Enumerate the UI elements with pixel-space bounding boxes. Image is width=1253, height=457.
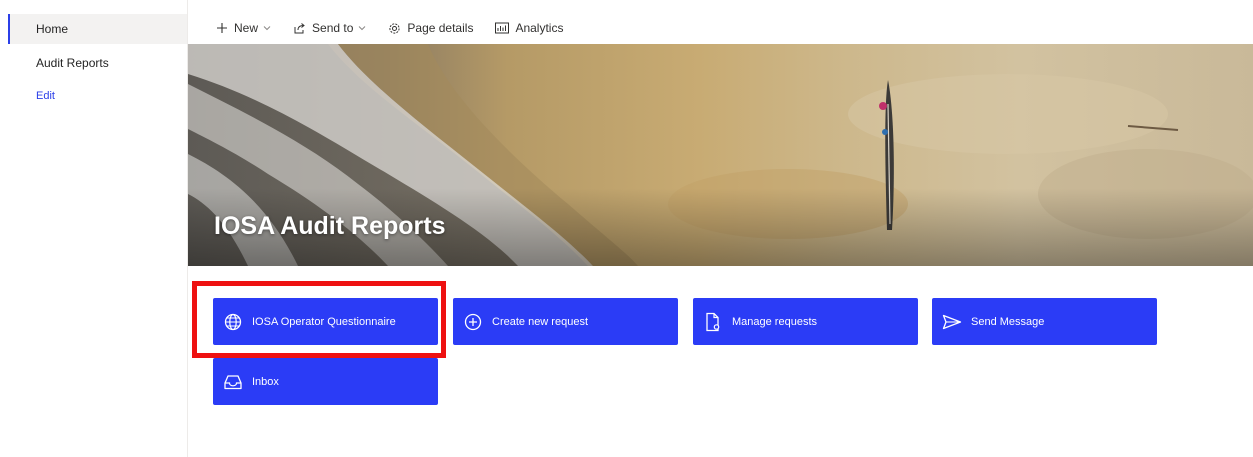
nav-item-home[interactable]: Home	[8, 14, 187, 44]
document-settings-icon	[703, 312, 723, 332]
send-to-label: Send to	[312, 21, 354, 35]
quicklink-label: Create new request	[492, 315, 588, 328]
quicklink-label: Inbox	[252, 375, 279, 388]
new-label: New	[234, 21, 259, 35]
analytics-label: Analytics	[515, 21, 564, 35]
nav-item-audit-reports[interactable]: Audit Reports	[8, 48, 187, 78]
quicklink-label: Manage requests	[732, 315, 817, 328]
analytics-icon	[495, 22, 510, 34]
analytics-button[interactable]: Analytics	[495, 21, 563, 35]
globe-icon	[223, 312, 243, 332]
nav-edit-link[interactable]: Edit	[8, 81, 187, 111]
left-navigation: Home Audit Reports Edit	[8, 0, 188, 457]
page-root: Home Audit Reports Edit New Send to Page…	[0, 0, 1253, 457]
chevron-down-icon	[359, 26, 366, 31]
quicklink-create-new-request[interactable]: Create new request	[453, 298, 678, 345]
new-button[interactable]: New	[216, 21, 271, 35]
inbox-tray-icon	[223, 372, 243, 392]
quicklink-label: IOSA Operator Questionnaire	[252, 315, 396, 328]
quicklink-inbox[interactable]: Inbox	[213, 358, 438, 405]
send-icon	[942, 312, 962, 332]
page-details-button[interactable]: Page details	[388, 21, 473, 35]
quicklink-manage-requests[interactable]: Manage requests	[693, 298, 918, 345]
page-title: IOSA Audit Reports	[214, 212, 446, 240]
chevron-down-icon	[263, 26, 271, 31]
plus-icon	[217, 23, 227, 33]
add-circle-icon	[463, 312, 483, 332]
quicklink-send-message[interactable]: Send Message	[932, 298, 1157, 345]
gear-icon	[389, 22, 400, 34]
quicklink-label: Send Message	[971, 315, 1045, 328]
hero-banner: IOSA Audit Reports	[188, 44, 1253, 266]
page-details-label: Page details	[407, 21, 474, 35]
send-to-button[interactable]: Send to	[293, 21, 366, 35]
command-bar: New Send to Page details Analytics	[188, 12, 585, 44]
quicklink-iosa-operator-questionnaire[interactable]: IOSA Operator Questionnaire	[213, 298, 438, 345]
share-icon	[294, 22, 305, 33]
